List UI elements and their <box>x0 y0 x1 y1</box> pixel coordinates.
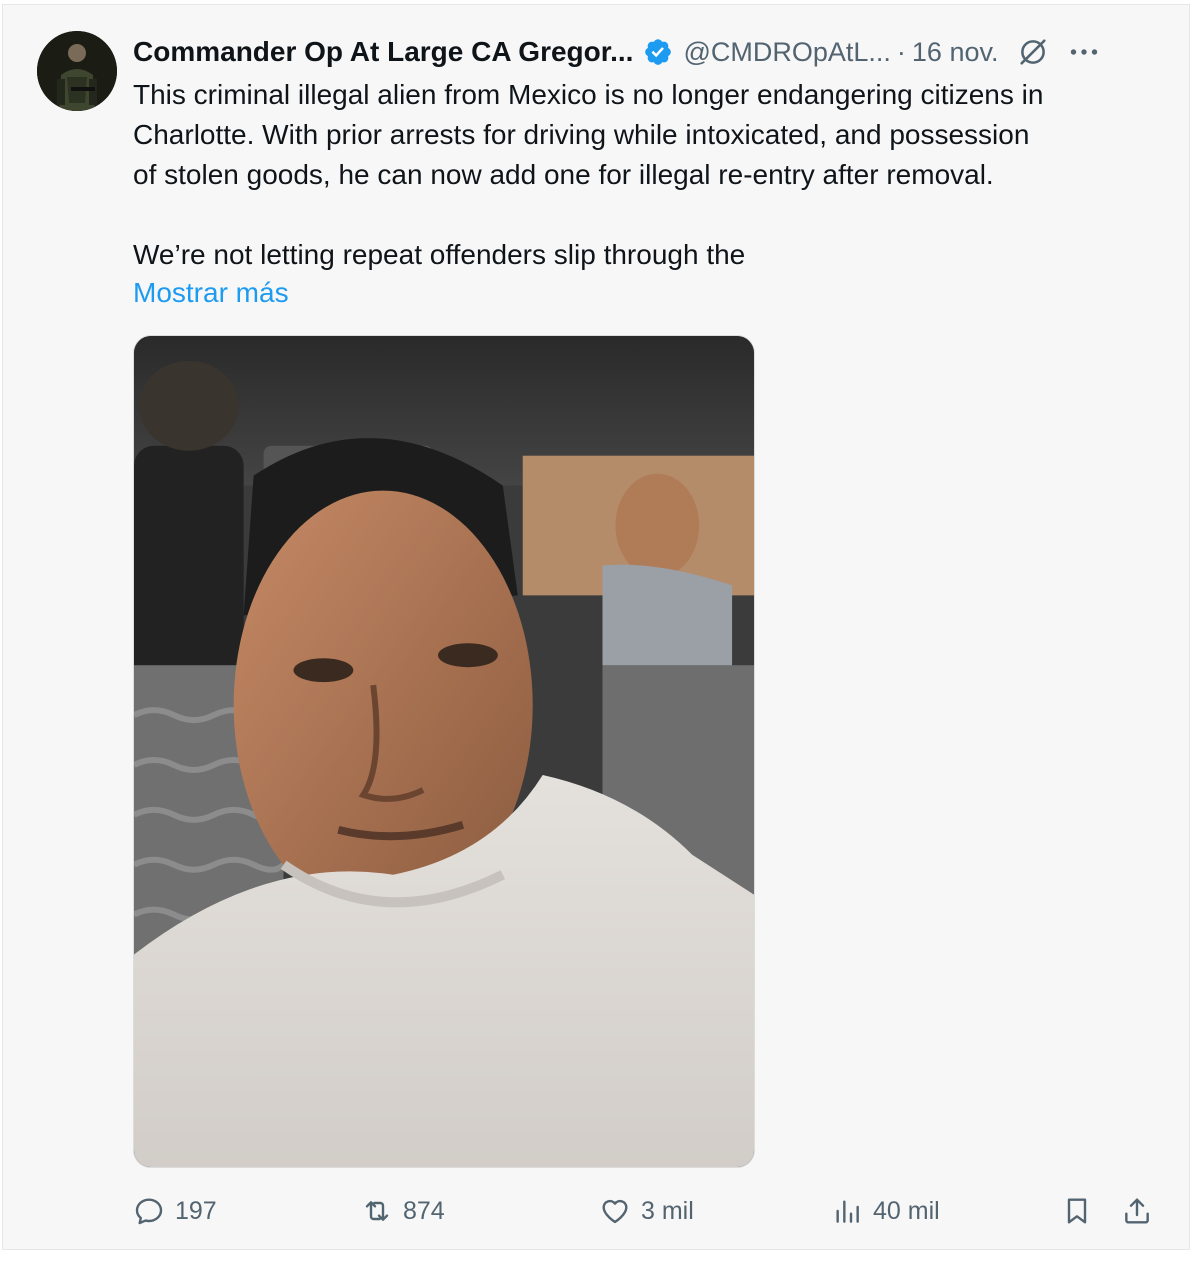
share-icon <box>1125 1198 1149 1224</box>
share-button[interactable] <box>1121 1189 1153 1233</box>
like-button[interactable]: 3 mil <box>599 1189 694 1233</box>
verified-badge-icon[interactable] <box>643 37 673 67</box>
author-display-name[interactable]: Commander Op At Large CA Gregor... <box>133 36 633 68</box>
grok-icon[interactable] <box>1016 35 1050 69</box>
bookmark-button[interactable] <box>1061 1189 1093 1233</box>
tweet-actions: 197 874 3 mil 40 mil <box>133 1189 1163 1233</box>
repost-count: 874 <box>403 1196 445 1225</box>
show-more-link[interactable]: Mostrar más <box>133 273 289 313</box>
tweet-text-line: of stolen goods, he can now add one for … <box>133 159 994 190</box>
more-options-icon[interactable] <box>1066 34 1102 70</box>
reply-button[interactable]: 197 <box>133 1189 217 1233</box>
repost-button[interactable]: 874 <box>361 1189 445 1233</box>
tweet-date[interactable]: 16 nov. <box>912 37 999 68</box>
author-avatar[interactable] <box>37 31 117 111</box>
like-count: 3 mil <box>641 1196 694 1225</box>
views-button[interactable]: 40 mil <box>831 1189 940 1233</box>
tweet-text: This criminal illegal alien from Mexico … <box>133 75 1163 275</box>
reply-count: 197 <box>175 1196 217 1225</box>
repost-icon <box>365 1201 389 1221</box>
views-count: 40 mil <box>873 1196 940 1225</box>
tweet-card[interactable]: Commander Op At Large CA Gregor... @CMDR… <box>2 4 1190 1250</box>
reply-icon <box>135 1198 163 1225</box>
tweet-photo[interactable] <box>133 335 755 1168</box>
tweet-header: Commander Op At Large CA Gregor... @CMDR… <box>133 31 1159 73</box>
author-handle[interactable]: @CMDROpAtL... <box>683 37 890 68</box>
tweet-text-line: Charlotte. With prior arrests for drivin… <box>133 119 1030 150</box>
tweet-text-line: This criminal illegal alien from Mexico … <box>133 79 1044 110</box>
avatar-image <box>37 31 117 111</box>
tweet-text-line: We’re not letting repeat offenders slip … <box>133 239 746 270</box>
views-chart-icon <box>836 1200 859 1223</box>
photo-image <box>134 336 754 1167</box>
header-separator: · <box>896 36 906 67</box>
heart-icon <box>602 1199 628 1224</box>
bookmark-icon <box>1067 1198 1087 1224</box>
